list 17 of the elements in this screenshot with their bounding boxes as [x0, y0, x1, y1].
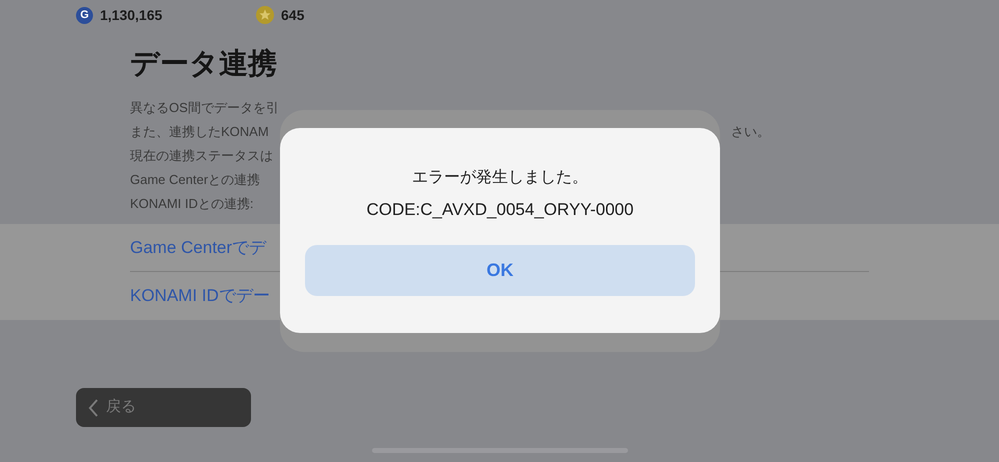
coin-icon: G — [76, 6, 93, 24]
error-code: CODE:C_AVXD_0054_ORYY-0000 — [366, 200, 634, 220]
description-text: 異なるOS間でデータを引 — [130, 99, 279, 118]
description-text: 現在の連携ステータスは — [130, 147, 273, 166]
description-text: さい。 — [731, 123, 770, 142]
currency-amount: 645 — [281, 6, 304, 24]
description-text: Game Centerとの連携 — [130, 171, 260, 190]
ok-button[interactable]: OK — [305, 245, 695, 296]
description-text: KONAMI IDとの連携: — [130, 195, 254, 214]
back-button[interactable]: 戻る — [76, 388, 251, 427]
link-option[interactable]: Game Centerでデ — [130, 234, 266, 260]
link-option[interactable]: KONAMI IDでデー — [130, 283, 270, 309]
chevron-left-icon — [88, 398, 98, 416]
description-text: また、連携したKONAM — [130, 123, 269, 142]
page-title: データ連携 — [130, 47, 277, 82]
error-message: エラーが発生しました。 — [412, 168, 588, 188]
currency-amount: 1,130,165 — [100, 6, 162, 24]
